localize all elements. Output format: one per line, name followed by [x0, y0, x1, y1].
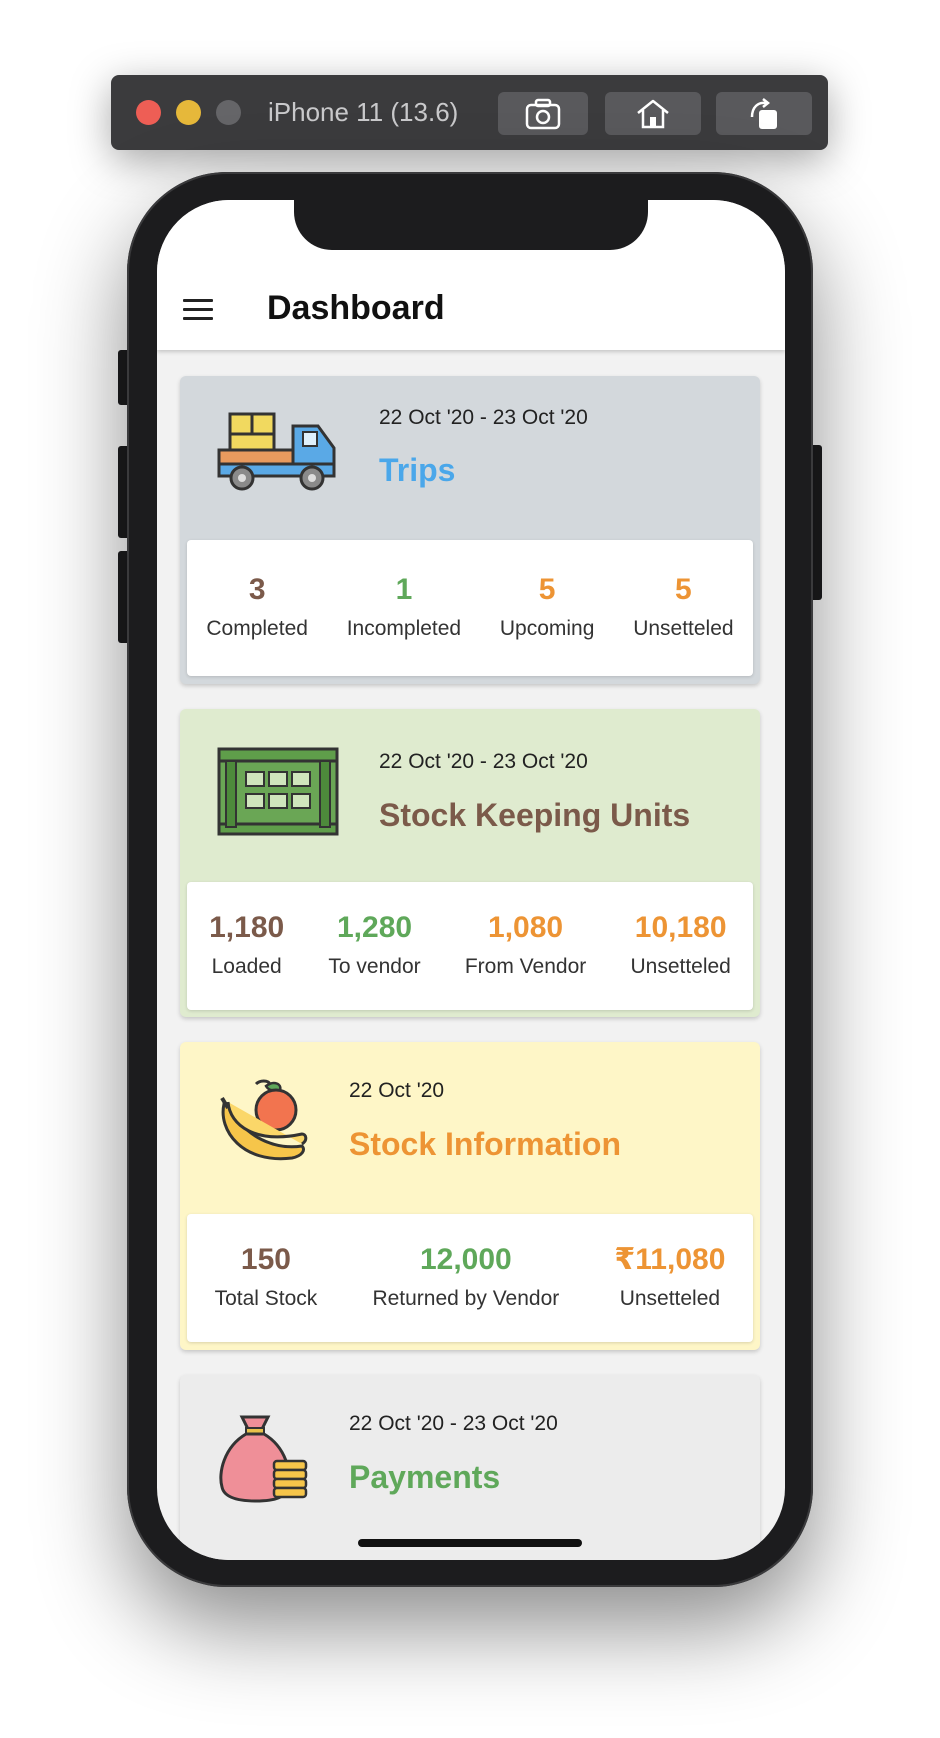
trips-card[interactable]: 22 Oct '20 - 23 Oct '20 Trips 3 Complete… — [180, 376, 760, 684]
sku-date-range: 22 Oct '20 - 23 Oct '20 — [379, 750, 588, 773]
stat-label: Incompleted — [346, 617, 462, 640]
stat-value: 5 — [538, 573, 556, 606]
simulator-title: iPhone 11 (13.6) — [268, 97, 459, 127]
money-bag-icon — [219, 1415, 308, 1503]
stat-to-vendor: 1,280 To vendor — [328, 913, 420, 979]
stat-value: 1,280 — [336, 911, 413, 944]
stat-unsetteled: 10,180 Unsetteled — [630, 913, 730, 979]
stat-value: 1,180 — [209, 911, 285, 944]
stock-info-title: Stock Information — [349, 1126, 622, 1162]
stat-label: Loaded — [211, 955, 282, 978]
stat-value: 150 — [240, 1243, 291, 1276]
stat-unsetteled: 5 Unsetteled — [633, 575, 733, 641]
stat-label: Unsetteled — [619, 1287, 721, 1310]
payments-title: Payments — [349, 1459, 501, 1495]
stat-value: 5 — [675, 573, 692, 606]
truck-icon — [217, 412, 336, 491]
stat-from-vendor: 1,080 From Vendor — [465, 913, 586, 979]
stat-value: 1,080 — [488, 911, 564, 944]
stat-completed: 3 Completed — [206, 575, 308, 641]
sku-card[interactable]: 22 Oct '20 - 23 Oct '20 Stock Keeping Un… — [180, 709, 760, 1017]
payments-card[interactable]: 22 Oct '20 - 23 Oct '20 Payments — [180, 1375, 760, 1560]
stat-label: From Vendor — [464, 955, 587, 978]
trips-title: Trips — [379, 452, 456, 488]
rotate-button[interactable] — [716, 92, 812, 135]
stat-value: 12,000 — [419, 1243, 512, 1276]
stat-label: Completed — [206, 617, 308, 640]
stat-upcoming: 5 Upcoming — [500, 575, 595, 641]
home-button[interactable] — [605, 92, 701, 135]
stat-value: 1 — [395, 573, 413, 606]
close-window-button[interactable] — [136, 100, 161, 125]
crate-icon — [217, 747, 339, 836]
stat-label: To vendor — [328, 955, 421, 978]
payments-date-range: 22 Oct '20 - 23 Oct '20 — [349, 1412, 558, 1435]
sku-stats: 1,180 Loaded 1,280 To vendor 1,080 From … — [187, 882, 753, 1010]
stat-label: Returned by Vendor — [372, 1287, 560, 1310]
home-icon — [637, 99, 669, 128]
minimize-window-button[interactable] — [176, 100, 201, 125]
sku-title: Stock Keeping Units — [379, 797, 691, 833]
stock-info-card[interactable]: 22 Oct '20 Stock Information 150 Total S… — [180, 1042, 760, 1350]
screenshot-icon — [525, 98, 561, 129]
rotate-icon — [750, 97, 777, 129]
stat-total-stock: 150 Total Stock — [215, 1245, 318, 1311]
stat-loaded: 1,180 Loaded — [209, 913, 284, 979]
trips-date-range: 22 Oct '20 - 23 Oct '20 — [379, 406, 588, 429]
trips-stats: 3 Completed 1 Incompleted 5 Upcoming 5 U… — [187, 540, 753, 676]
menu-icon[interactable] — [183, 299, 213, 321]
screenshot-button[interactable] — [498, 92, 588, 135]
stat-unsetteled: ₹11,080 Unsetteled — [614, 1245, 725, 1311]
stat-label: Unsetteled — [630, 955, 731, 978]
stat-value: 10,180 — [634, 911, 727, 944]
stat-label: Upcoming — [499, 617, 595, 640]
phone-screen: Dashboard 22 Oct '20 - 23 Oct '20 Trips — [157, 200, 785, 1560]
stat-value: ₹11,080 — [614, 1243, 726, 1276]
stock-info-stats: 150 Total Stock 12,000 Returned by Vendo… — [187, 1214, 753, 1342]
page-title: Dashboard — [267, 289, 445, 327]
home-indicator — [358, 1539, 582, 1547]
stat-incompleted: 1 Incompleted — [347, 575, 461, 641]
stat-label: Unsetteled — [633, 617, 734, 640]
fruit-icon — [220, 1079, 308, 1161]
zoom-window-button[interactable] — [216, 100, 241, 125]
stock-info-date: 22 Oct '20 — [349, 1079, 445, 1102]
stat-label: Total Stock — [214, 1287, 318, 1310]
notch — [294, 200, 648, 250]
simulator-toolbar: iPhone 11 (13.6) — [111, 75, 828, 150]
stat-value: 3 — [248, 573, 266, 606]
stat-returned-by-vendor: 12,000 Returned by Vendor — [372, 1245, 559, 1311]
